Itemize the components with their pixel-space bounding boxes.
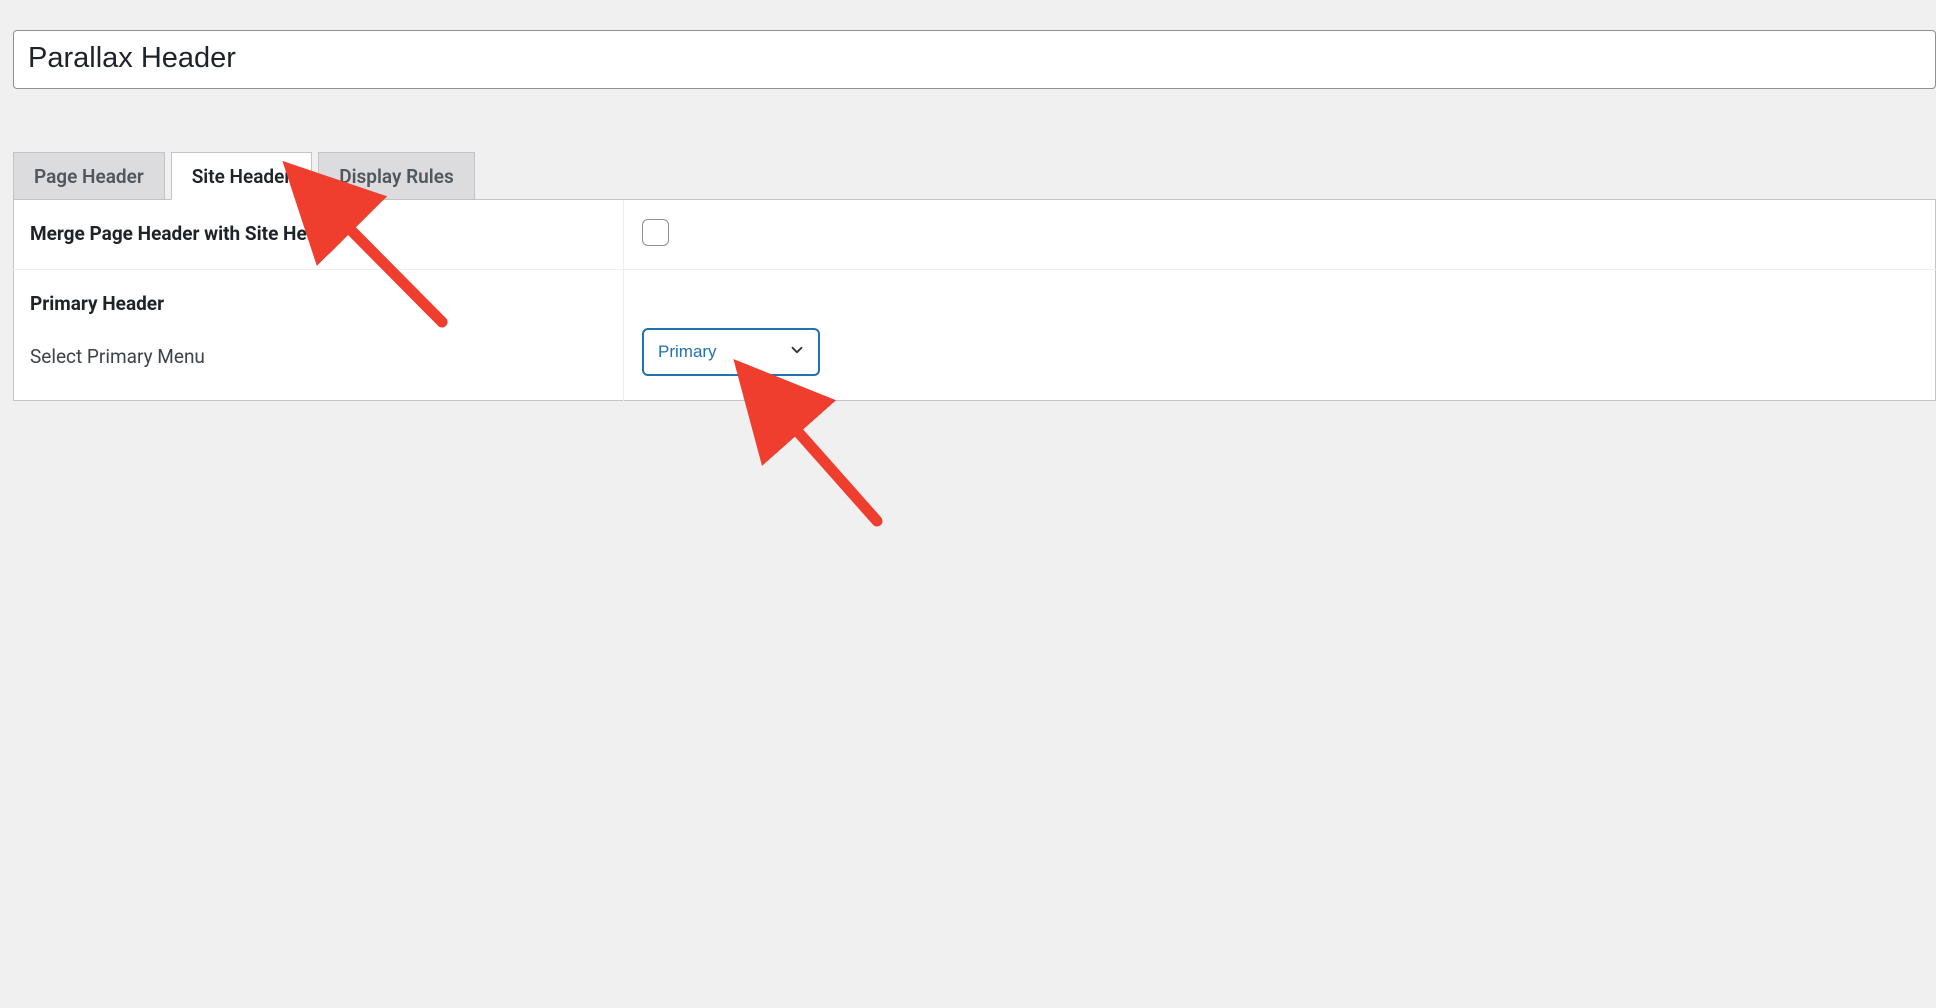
title-input[interactable]	[13, 30, 1936, 89]
tab-display-rules[interactable]: Display Rules	[318, 152, 475, 200]
site-header-settings-table: Merge Page Header with Site Header Prima…	[13, 200, 1936, 401]
primary-menu-select[interactable]: Primary	[642, 328, 820, 376]
tab-site-header[interactable]: Site Header	[171, 152, 313, 200]
merge-checkbox[interactable]	[642, 219, 669, 246]
primary-menu-select-wrap: Primary	[642, 328, 820, 376]
tab-page-header[interactable]: Page Header	[13, 152, 165, 200]
annotation-arrow-to-select	[783, 415, 877, 521]
select-primary-menu-label: Select Primary Menu	[30, 345, 607, 368]
primary-header-row: Primary Header Select Primary Menu Prima…	[14, 269, 1936, 400]
primary-header-heading: Primary Header	[30, 292, 607, 315]
tab-bar: Page Header Site Header Display Rules	[13, 151, 1936, 200]
merge-label: Merge Page Header with Site Header	[30, 222, 345, 245]
merge-row: Merge Page Header with Site Header	[14, 200, 1936, 270]
